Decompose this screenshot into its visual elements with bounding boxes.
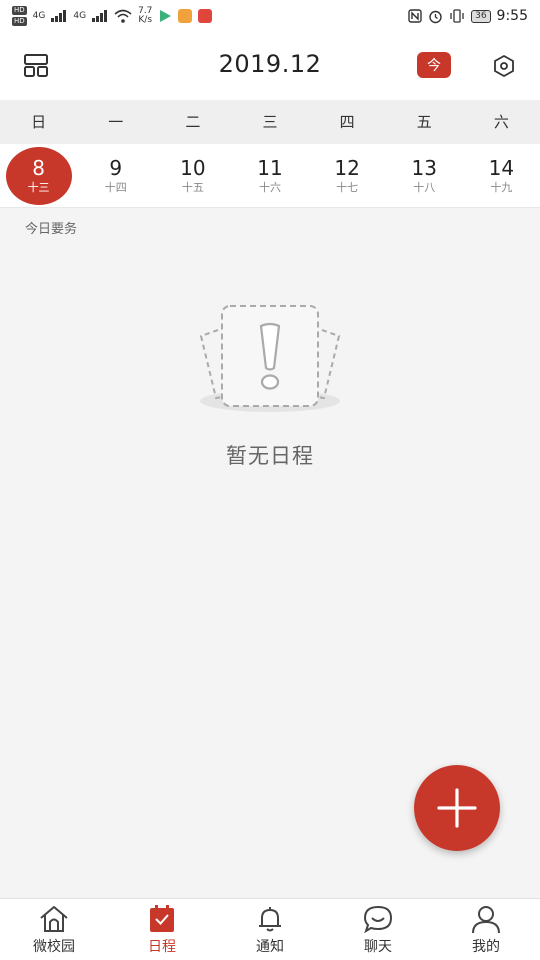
plus-icon [437, 788, 477, 828]
weekday-label: 六 [493, 113, 509, 131]
date-cell[interactable]: 14 十九 [463, 144, 540, 207]
date-number: 10 [180, 155, 206, 180]
network-speed: 7.7 K/s [138, 7, 152, 25]
weekday-label: 五 [416, 113, 432, 131]
calendar-header: 2019.12 今 [0, 32, 540, 100]
status-left: HD HD 4G 4G 7.7 K/s [12, 6, 213, 26]
empty-state-text: 暂无日程 [226, 444, 314, 468]
chat-icon [363, 905, 393, 933]
network-label-2: 4G [73, 10, 87, 21]
user-icon [472, 905, 500, 933]
play-store-icon [160, 10, 172, 22]
status-right: 36 9:55 [408, 8, 528, 24]
add-schedule-button[interactable] [414, 765, 500, 851]
nav-label: 通知 [256, 938, 284, 955]
lunar-date: 十七 [336, 180, 359, 194]
empty-schedule-icon [199, 305, 341, 412]
week-date-row: 8 十三 9 十四 10 十五 11 十六 12 十七 13 十八 14 十九 [0, 144, 540, 208]
date-inner: 13 十八 [391, 147, 457, 205]
date-cell[interactable]: 12 十七 [309, 144, 386, 207]
date-inner: 9 十四 [83, 147, 149, 205]
nav-item-chat[interactable]: 聊天 [324, 899, 432, 960]
status-bar: HD HD 4G 4G 7.7 K/s 36 9:55 [0, 0, 540, 32]
lunar-date: 十五 [181, 180, 204, 194]
hd-indicator: HD HD [12, 6, 27, 26]
date-number: 14 [488, 155, 515, 180]
date-number: 11 [257, 155, 283, 180]
nav-label: 我的 [472, 938, 500, 955]
section-label: 今日要务 [25, 222, 78, 237]
lunar-date: 十九 [490, 180, 513, 194]
alarm-icon [429, 10, 442, 23]
month-title[interactable]: 2019.12 [0, 50, 540, 78]
date-number: 8 [32, 155, 45, 180]
home-icon [40, 905, 68, 932]
today-button-label: 今 [427, 58, 441, 74]
lunar-date: 十四 [104, 180, 127, 194]
date-cell[interactable]: 8 十三 [0, 144, 77, 207]
weekday-label: 三 [262, 113, 278, 131]
hd-bottom-badge: HD [12, 17, 27, 26]
vibrate-icon [450, 9, 464, 23]
network-label-1: 4G [32, 10, 46, 21]
nav-item-campus[interactable]: 微校园 [0, 899, 108, 960]
date-number: 9 [109, 155, 123, 180]
lunar-date: 十六 [258, 180, 281, 194]
date-cell[interactable]: 10 十五 [154, 144, 231, 207]
date-inner: 11 十六 [237, 147, 303, 205]
lunar-date: 十三 [27, 180, 50, 194]
lunar-date: 十八 [413, 180, 436, 194]
today-button[interactable]: 今 [417, 52, 451, 78]
selected-date-indicator: 8 十三 [5, 146, 72, 205]
nav-label: 日程 [148, 938, 176, 955]
date-cell[interactable]: 11 十六 [231, 144, 308, 207]
settings-button[interactable] [491, 53, 517, 79]
bottom-nav: 微校园 日程 通知 聊天 我的 [0, 898, 540, 960]
nav-item-notifications[interactable]: 通知 [216, 899, 324, 960]
battery-indicator: 36 [471, 9, 491, 23]
clock: 9:55 [496, 8, 528, 24]
hd-top-badge: HD [12, 6, 27, 15]
date-cell[interactable]: 9 十四 [77, 144, 154, 207]
date-cell[interactable]: 13 十八 [386, 144, 463, 207]
date-number: 13 [411, 155, 437, 180]
weekday-row: 日 一 二 三 四 五 六 [0, 100, 540, 144]
date-inner: 10 十五 [160, 147, 226, 205]
hexagon-settings-icon [494, 54, 514, 78]
date-number: 12 [334, 155, 360, 180]
wifi-icon [114, 9, 132, 23]
nav-label: 聊天 [364, 938, 392, 955]
nav-label: 微校园 [33, 938, 75, 955]
date-inner: 12 十七 [314, 147, 380, 205]
weekday-label: 一 [108, 113, 124, 131]
bell-icon [259, 906, 281, 931]
date-inner: 14 十九 [468, 147, 534, 205]
weekday-label: 四 [339, 113, 355, 131]
weekday-label: 日 [31, 113, 47, 131]
nfc-icon [408, 9, 422, 23]
calendar-check-icon [150, 904, 174, 932]
nav-item-me[interactable]: 我的 [432, 899, 540, 960]
app-notification-icon [198, 9, 213, 23]
signal-icon [92, 10, 108, 22]
app-notification-icon [178, 9, 193, 23]
signal-icon [51, 10, 67, 22]
speed-unit: K/s [138, 15, 153, 25]
weekday-label: 二 [185, 113, 201, 131]
nav-item-schedule[interactable]: 日程 [108, 899, 216, 960]
